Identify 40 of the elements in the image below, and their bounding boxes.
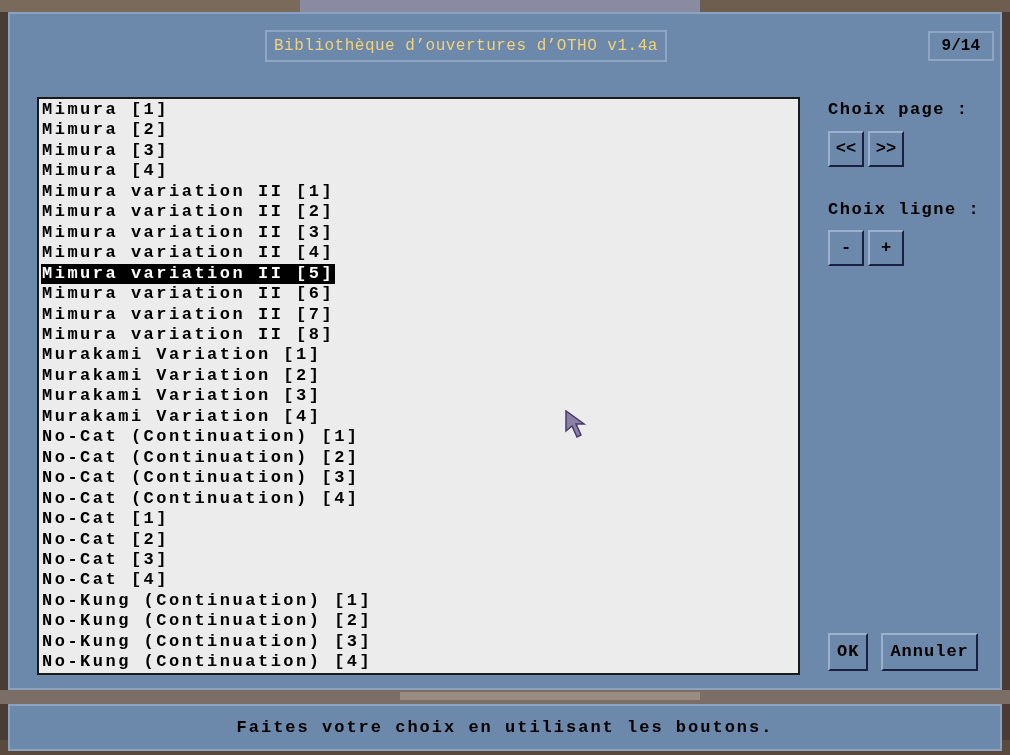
list-item[interactable]: No-Cat (Continuation) [4]: [41, 488, 361, 510]
list-item[interactable]: No-Kung (Continuation) [2]: [41, 611, 374, 632]
list-item[interactable]: Mimura variation II [5]: [41, 263, 336, 285]
list-item[interactable]: Mimura variation II [6]: [41, 284, 336, 305]
previous-line-button[interactable]: -: [828, 230, 864, 266]
list-item[interactable]: Mimura [4]: [41, 161, 171, 182]
page-counter: 9/14: [927, 31, 994, 61]
list-item[interactable]: Mimura variation II [3]: [41, 222, 336, 244]
list-item[interactable]: Mimura [1]: [41, 100, 171, 121]
list-item[interactable]: Mimura [2]: [41, 120, 171, 141]
list-item[interactable]: Mimura [3]: [41, 140, 171, 162]
list-item[interactable]: No-Kung (Continuation) [1]: [41, 590, 374, 612]
list-item[interactable]: No-Cat [4]: [41, 570, 171, 591]
ok-button[interactable]: OK: [828, 633, 869, 671]
line-choice-label: Choix ligne :: [828, 198, 981, 221]
list-item[interactable]: Mimura variation II [1]: [41, 181, 336, 203]
list-item[interactable]: Murakami Variation [2]: [41, 365, 323, 387]
list-item[interactable]: Murakami Variation [1]: [41, 345, 323, 366]
list-item[interactable]: Murakami Variation [4]: [41, 406, 323, 428]
list-item[interactable]: No-Cat (Continuation) [1]: [41, 427, 361, 448]
list-item[interactable]: No-Cat [1]: [41, 509, 171, 530]
list-item[interactable]: No-Cat (Continuation) [2]: [41, 447, 361, 469]
next-page-button[interactable]: >>: [868, 130, 904, 167]
status-text: Faites votre choix en utilisant les boutons.: [236, 716, 774, 739]
list-item[interactable]: Mimura variation II [2]: [41, 202, 336, 223]
list-item[interactable]: Murakami Variation [3]: [41, 386, 323, 407]
next-line-button[interactable]: +: [868, 230, 904, 266]
list-item[interactable]: Mimura variation II [4]: [41, 243, 336, 264]
previous-page-button[interactable]: <<: [828, 130, 864, 167]
list-item[interactable]: No-Cat (Continuation) [3]: [41, 468, 361, 489]
list-item[interactable]: No-Kung (Continuation) [3]: [41, 631, 374, 653]
page-choice-label: Choix page :: [828, 99, 969, 121]
cancel-button[interactable]: Annuler: [881, 633, 978, 671]
dialog-title: Bibliothèque d’ouvertures d’OTHO v1.4a: [265, 30, 667, 62]
list-item[interactable]: Mimura variation II [7]: [41, 304, 336, 325]
list-item[interactable]: No-Cat [3]: [41, 549, 171, 571]
list-item[interactable]: No-Kung (Continuation) [4]: [41, 652, 374, 673]
list-item[interactable]: No-Cat [2]: [41, 529, 171, 550]
opening-list[interactable]: [37, 97, 800, 675]
list-item[interactable]: Mimura variation II [8]: [41, 325, 336, 346]
